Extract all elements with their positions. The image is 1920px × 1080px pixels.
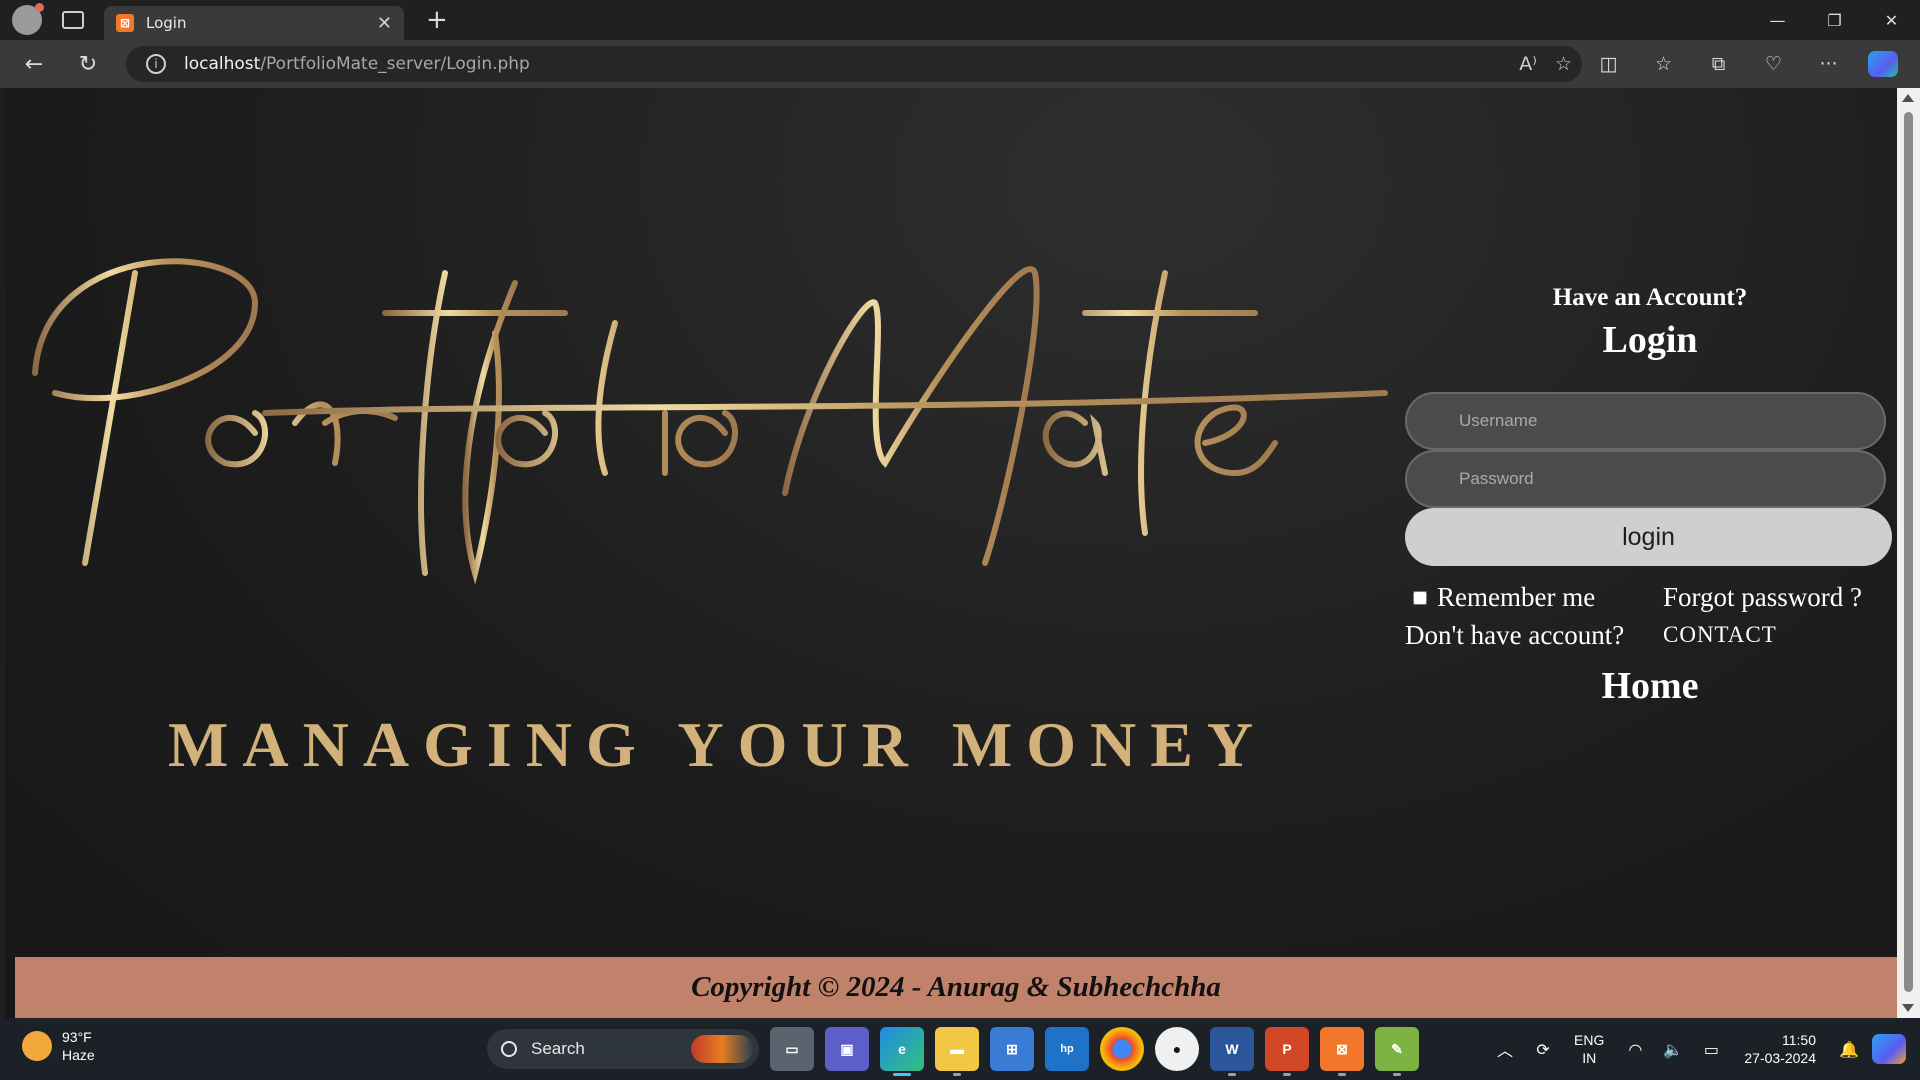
have-account-text: Have an Account?: [1552, 284, 1748, 311]
volume-icon[interactable]: 🔈: [1658, 1040, 1688, 1059]
teams-icon[interactable]: ▣: [825, 1027, 869, 1071]
remember-me-label: Remember me: [1437, 582, 1596, 612]
browser-essentials-icon[interactable]: ♡: [1746, 44, 1801, 84]
xampp-icon: ⊠: [116, 14, 134, 32]
taskbar-search[interactable]: Search: [487, 1029, 759, 1069]
page-scrollbar[interactable]: [1897, 88, 1920, 1018]
contact-link[interactable]: CONTACT: [1663, 622, 1777, 648]
password-input[interactable]: [1405, 450, 1886, 508]
scroll-up-icon[interactable]: [1902, 94, 1914, 102]
notification-bell-icon[interactable]: 🔔: [1834, 1040, 1864, 1059]
copyright-text: Copyright © 2024 - Anurag & Subhechchha: [691, 971, 1221, 1003]
new-tab-icon[interactable]: +: [426, 5, 448, 35]
page-viewport: MANAGING YOUR MONEY Have an Account? Log…: [5, 88, 1897, 1018]
username-input[interactable]: [1405, 392, 1886, 450]
login-button[interactable]: login: [1405, 508, 1892, 566]
more-menu-icon[interactable]: ···: [1801, 44, 1856, 84]
clock[interactable]: 11:50 27-03-2024: [1744, 1031, 1816, 1067]
notepad-icon[interactable]: ✎: [1375, 1027, 1419, 1076]
footer: Copyright © 2024 - Anurag & Subhechchha: [15, 957, 1897, 1018]
profile-avatar[interactable]: [12, 3, 44, 35]
home-link[interactable]: Home: [1405, 664, 1895, 708]
no-account-link[interactable]: Don't have account?: [1405, 620, 1624, 651]
lang-code: ENG: [1574, 1032, 1605, 1048]
browser-toolbar: ← ↻ i localhost/PortfolioMate_server/Log…: [0, 40, 1920, 88]
battery-icon[interactable]: ▭: [1696, 1040, 1726, 1059]
minimize-icon[interactable]: —: [1749, 0, 1806, 40]
close-tab-icon[interactable]: ✕: [377, 13, 392, 34]
site-info-icon[interactable]: i: [146, 54, 166, 74]
haze-sun-icon: [22, 1031, 52, 1061]
windows-start-icon[interactable]: [432, 1027, 476, 1071]
chrome-icon[interactable]: [1100, 1027, 1144, 1071]
file-explorer-icon[interactable]: ▬: [935, 1027, 979, 1076]
back-icon[interactable]: ←: [14, 44, 54, 84]
split-screen-icon[interactable]: ◫: [1581, 44, 1636, 84]
xampp-icon[interactable]: ⊠: [1320, 1027, 1364, 1076]
sync-icon[interactable]: ⟳: [1528, 1040, 1558, 1059]
lang-region: IN: [1582, 1050, 1597, 1066]
github-icon[interactable]: ●: [1155, 1027, 1199, 1071]
powerpoint-icon[interactable]: P: [1265, 1027, 1309, 1076]
address-bar[interactable]: i localhost/PortfolioMate_server/Login.p…: [126, 46, 1582, 82]
language-indicator[interactable]: ENG IN: [1574, 1031, 1604, 1067]
search-icon: [501, 1041, 517, 1057]
url-host: localhost: [184, 54, 261, 74]
myhp-icon[interactable]: hp: [1045, 1027, 1089, 1071]
wifi-icon[interactable]: ◠: [1620, 1040, 1650, 1059]
taskbar-apps: Search ▭ ▣ e ▬ ⊞ hp ● W P ⊠ ✎: [432, 1027, 1419, 1076]
url-path: /PortfolioMate_server/Login.php: [260, 54, 530, 74]
window-controls: — ❐ ✕: [1749, 0, 1920, 40]
refresh-icon[interactable]: ↻: [68, 44, 108, 84]
weather-desc: Haze: [62, 1047, 95, 1063]
browser-title-bar: ⊠ Login ✕ + — ❐ ✕: [0, 0, 1920, 40]
read-aloud-icon[interactable]: A⁾: [1519, 53, 1537, 75]
copilot-taskbar-icon[interactable]: [1872, 1034, 1906, 1064]
weather-widget[interactable]: 93°F Haze: [22, 1028, 95, 1064]
browser-tab-login[interactable]: ⊠ Login ✕: [104, 6, 404, 40]
taskbar: 93°F Haze Search ▭ ▣ e ▬ ⊞ hp ● W P ⊠ ✎ …: [0, 1018, 1920, 1080]
edge-icon[interactable]: e: [880, 1027, 924, 1076]
forgot-password-link[interactable]: Forgot password ?: [1663, 582, 1862, 613]
remember-me-checkbox[interactable]: [1413, 590, 1427, 605]
weather-temp: 93°F: [62, 1029, 92, 1045]
tab-actions-icon[interactable]: [62, 11, 84, 29]
clock-date: 27-03-2024: [1744, 1050, 1816, 1066]
scroll-down-icon[interactable]: [1902, 1004, 1914, 1012]
search-label: Search: [531, 1039, 585, 1058]
tab-title: Login: [146, 14, 187, 32]
system-tray: ︿ ⟳ ENG IN ◠ 🔈 ▭ 11:50 27-03-2024 🔔: [1486, 1018, 1920, 1080]
remember-me[interactable]: Remember me: [1413, 582, 1595, 613]
restore-icon[interactable]: ❐: [1806, 0, 1863, 40]
portfoliomate-logo: [32, 258, 1388, 585]
collections-icon[interactable]: ⧉: [1691, 44, 1746, 84]
search-highlight-art: [691, 1035, 753, 1063]
word-icon[interactable]: W: [1210, 1027, 1254, 1076]
clock-time: 11:50: [1782, 1032, 1816, 1048]
copilot-icon[interactable]: [1868, 51, 1898, 77]
favorite-star-icon[interactable]: ☆: [1555, 53, 1572, 75]
scroll-thumb[interactable]: [1904, 112, 1913, 992]
tagline: MANAGING YOUR MONEY: [168, 709, 1268, 780]
close-window-icon[interactable]: ✕: [1863, 0, 1920, 40]
store-icon[interactable]: ⊞: [990, 1027, 1034, 1071]
login-heading: Login: [1602, 319, 1698, 361]
favorites-icon[interactable]: ☆: [1636, 44, 1691, 84]
task-view-icon[interactable]: ▭: [770, 1027, 814, 1071]
show-hidden-icons-chevron-icon[interactable]: ︿: [1490, 1037, 1520, 1061]
